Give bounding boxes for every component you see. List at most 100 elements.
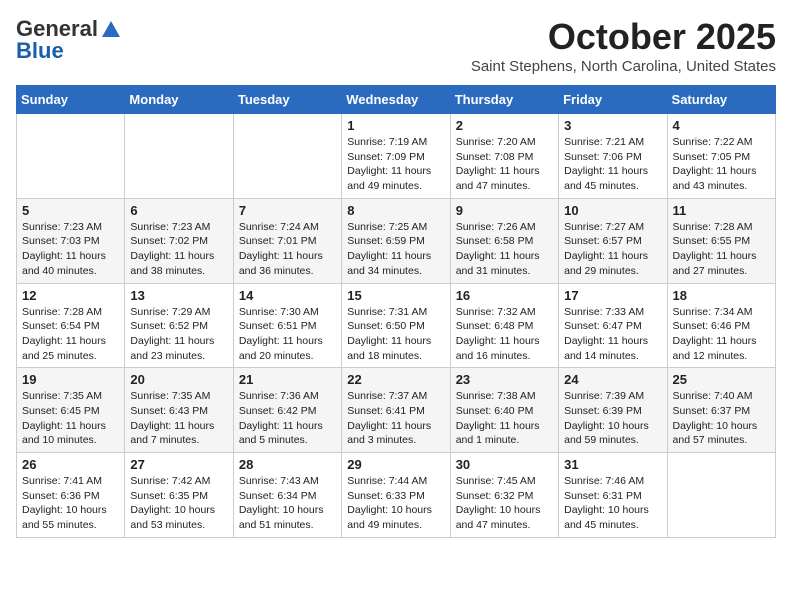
calendar-cell: 16 Sunrise: 7:32 AM Sunset: 6:48 PM Dayli… <box>450 283 558 368</box>
calendar-cell: 19Sunrise: 7:35 AM Sunset: 6:45 PM Dayli… <box>17 368 125 453</box>
calendar-cell: 22 Sunrise: 7:37 AM Sunset: 6:41 PM Dayli… <box>342 368 450 453</box>
calendar-table: SundayMondayTuesdayWednesdayThursdayFrid… <box>16 85 776 538</box>
day-info: Sunrise: 7:26 AM Sunset: 6:58 PM Dayligh… <box>456 220 553 279</box>
calendar-cell: 17Sunrise: 7:33 AM Sunset: 6:47 PM Dayli… <box>559 283 667 368</box>
day-number: 7 <box>239 203 336 218</box>
calendar-cell: 1 Sunrise: 7:19 AM Sunset: 7:09 PM Daylig… <box>342 114 450 199</box>
calendar-week-row: 26 Sunrise: 7:41 AM Sunset: 6:36 PM Dayli… <box>17 453 776 538</box>
day-info: Sunrise: 7:44 AM Sunset: 6:33 PM Dayligh… <box>347 474 444 533</box>
day-info: Sunrise: 7:29 AM Sunset: 6:52 PM Dayligh… <box>130 305 227 364</box>
day-info: Sunrise: 7:19 AM Sunset: 7:09 PM Dayligh… <box>347 135 444 194</box>
calendar-cell: 6 Sunrise: 7:23 AM Sunset: 7:02 PM Daylig… <box>125 198 233 283</box>
day-info: Sunrise: 7:45 AM Sunset: 6:32 PM Dayligh… <box>456 474 553 533</box>
calendar-cell: 21 Sunrise: 7:36 AM Sunset: 6:42 PM Dayli… <box>233 368 341 453</box>
day-of-week-header: Saturday <box>667 86 775 114</box>
day-info: Sunrise: 7:41 AM Sunset: 6:36 PM Dayligh… <box>22 474 119 533</box>
day-info: Sunrise: 7:23 AM Sunset: 7:02 PM Dayligh… <box>130 220 227 279</box>
day-number: 31 <box>564 457 661 472</box>
calendar-header-row: SundayMondayTuesdayWednesdayThursdayFrid… <box>17 86 776 114</box>
day-number: 16 <box>456 288 553 303</box>
calendar-cell: 25 Sunrise: 7:40 AM Sunset: 6:37 PM Dayli… <box>667 368 775 453</box>
day-number: 27 <box>130 457 227 472</box>
day-info: Sunrise: 7:23 AM Sunset: 7:03 PM Dayligh… <box>22 220 119 279</box>
day-info: Sunrise: 7:40 AM Sunset: 6:37 PM Dayligh… <box>673 389 770 448</box>
calendar-cell: 4Sunrise: 7:22 AM Sunset: 7:05 PM Daylig… <box>667 114 775 199</box>
day-info: Sunrise: 7:36 AM Sunset: 6:42 PM Dayligh… <box>239 389 336 448</box>
calendar-cell: 20Sunrise: 7:35 AM Sunset: 6:43 PM Dayli… <box>125 368 233 453</box>
calendar-cell: 8 Sunrise: 7:25 AM Sunset: 6:59 PM Daylig… <box>342 198 450 283</box>
calendar-cell: 27 Sunrise: 7:42 AM Sunset: 6:35 PM Dayli… <box>125 453 233 538</box>
day-info: Sunrise: 7:27 AM Sunset: 6:57 PM Dayligh… <box>564 220 661 279</box>
day-info: Sunrise: 7:32 AM Sunset: 6:48 PM Dayligh… <box>456 305 553 364</box>
logo-icon <box>100 19 122 39</box>
day-number: 6 <box>130 203 227 218</box>
calendar-cell: 3 Sunrise: 7:21 AM Sunset: 7:06 PM Daylig… <box>559 114 667 199</box>
calendar-cell: 28 Sunrise: 7:43 AM Sunset: 6:34 PM Dayli… <box>233 453 341 538</box>
day-number: 30 <box>456 457 553 472</box>
day-of-week-header: Tuesday <box>233 86 341 114</box>
day-number: 22 <box>347 372 444 387</box>
day-number: 12 <box>22 288 119 303</box>
day-info: Sunrise: 7:43 AM Sunset: 6:34 PM Dayligh… <box>239 474 336 533</box>
day-of-week-header: Sunday <box>17 86 125 114</box>
day-of-week-header: Thursday <box>450 86 558 114</box>
day-number: 17 <box>564 288 661 303</box>
day-number: 28 <box>239 457 336 472</box>
calendar-cell: 24 Sunrise: 7:39 AM Sunset: 6:39 PM Dayli… <box>559 368 667 453</box>
calendar-cell: 2Sunrise: 7:20 AM Sunset: 7:08 PM Daylig… <box>450 114 558 199</box>
day-info: Sunrise: 7:31 AM Sunset: 6:50 PM Dayligh… <box>347 305 444 364</box>
day-number: 14 <box>239 288 336 303</box>
calendar-cell: 18Sunrise: 7:34 AM Sunset: 6:46 PM Dayli… <box>667 283 775 368</box>
calendar-cell <box>233 114 341 199</box>
day-info: Sunrise: 7:24 AM Sunset: 7:01 PM Dayligh… <box>239 220 336 279</box>
day-number: 29 <box>347 457 444 472</box>
day-number: 3 <box>564 118 661 133</box>
day-info: Sunrise: 7:28 AM Sunset: 6:55 PM Dayligh… <box>673 220 770 279</box>
day-number: 8 <box>347 203 444 218</box>
day-number: 26 <box>22 457 119 472</box>
day-info: Sunrise: 7:28 AM Sunset: 6:54 PM Dayligh… <box>22 305 119 364</box>
title-block: October 2025 Saint Stephens, North Carol… <box>471 16 776 75</box>
day-number: 1 <box>347 118 444 133</box>
day-info: Sunrise: 7:20 AM Sunset: 7:08 PM Dayligh… <box>456 135 553 194</box>
calendar-cell: 31 Sunrise: 7:46 AM Sunset: 6:31 PM Dayli… <box>559 453 667 538</box>
calendar-cell <box>667 453 775 538</box>
day-number: 13 <box>130 288 227 303</box>
day-info: Sunrise: 7:39 AM Sunset: 6:39 PM Dayligh… <box>564 389 661 448</box>
calendar-cell <box>17 114 125 199</box>
day-number: 24 <box>564 372 661 387</box>
day-of-week-header: Friday <box>559 86 667 114</box>
day-info: Sunrise: 7:22 AM Sunset: 7:05 PM Dayligh… <box>673 135 770 194</box>
calendar-week-row: 12 Sunrise: 7:28 AM Sunset: 6:54 PM Dayli… <box>17 283 776 368</box>
day-number: 5 <box>22 203 119 218</box>
day-number: 9 <box>456 203 553 218</box>
calendar-cell: 14 Sunrise: 7:30 AM Sunset: 6:51 PM Dayli… <box>233 283 341 368</box>
day-of-week-header: Monday <box>125 86 233 114</box>
day-number: 21 <box>239 372 336 387</box>
day-info: Sunrise: 7:21 AM Sunset: 7:06 PM Dayligh… <box>564 135 661 194</box>
day-info: Sunrise: 7:42 AM Sunset: 6:35 PM Dayligh… <box>130 474 227 533</box>
day-info: Sunrise: 7:25 AM Sunset: 6:59 PM Dayligh… <box>347 220 444 279</box>
calendar-week-row: 5 Sunrise: 7:23 AM Sunset: 7:03 PM Daylig… <box>17 198 776 283</box>
logo: General Blue <box>16 16 122 64</box>
day-info: Sunrise: 7:30 AM Sunset: 6:51 PM Dayligh… <box>239 305 336 364</box>
day-number: 15 <box>347 288 444 303</box>
day-info: Sunrise: 7:46 AM Sunset: 6:31 PM Dayligh… <box>564 474 661 533</box>
calendar-cell: 11Sunrise: 7:28 AM Sunset: 6:55 PM Dayli… <box>667 198 775 283</box>
calendar-cell: 7 Sunrise: 7:24 AM Sunset: 7:01 PM Daylig… <box>233 198 341 283</box>
day-number: 20 <box>130 372 227 387</box>
day-number: 25 <box>673 372 770 387</box>
day-number: 10 <box>564 203 661 218</box>
calendar-week-row: 1 Sunrise: 7:19 AM Sunset: 7:09 PM Daylig… <box>17 114 776 199</box>
calendar-cell: 15 Sunrise: 7:31 AM Sunset: 6:50 PM Dayli… <box>342 283 450 368</box>
day-of-week-header: Wednesday <box>342 86 450 114</box>
day-info: Sunrise: 7:37 AM Sunset: 6:41 PM Dayligh… <box>347 389 444 448</box>
calendar-cell: 26 Sunrise: 7:41 AM Sunset: 6:36 PM Dayli… <box>17 453 125 538</box>
calendar-cell: 23Sunrise: 7:38 AM Sunset: 6:40 PM Dayli… <box>450 368 558 453</box>
calendar-cell: 9 Sunrise: 7:26 AM Sunset: 6:58 PM Daylig… <box>450 198 558 283</box>
day-number: 19 <box>22 372 119 387</box>
calendar-cell: 5 Sunrise: 7:23 AM Sunset: 7:03 PM Daylig… <box>17 198 125 283</box>
month-title: October 2025 <box>471 16 776 58</box>
calendar-cell: 13 Sunrise: 7:29 AM Sunset: 6:52 PM Dayli… <box>125 283 233 368</box>
day-info: Sunrise: 7:38 AM Sunset: 6:40 PM Dayligh… <box>456 389 553 448</box>
